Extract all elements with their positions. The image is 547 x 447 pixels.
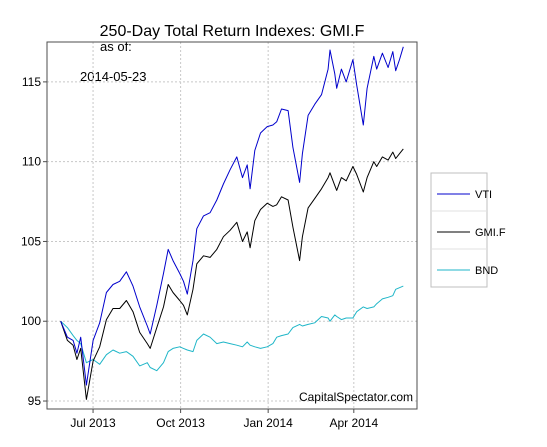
y-tick-label: 95 xyxy=(28,394,42,408)
credit-label: CapitalSpectator.com xyxy=(299,390,413,404)
x-tick-label: Jul 2013 xyxy=(70,416,116,430)
y-tick-label: 110 xyxy=(22,155,41,169)
return-index-chart: 250-Day Total Return Indexes: GMI.F as o… xyxy=(0,0,547,447)
x-tick-label: Oct 2013 xyxy=(156,416,205,430)
legend-label-gmif: GMI.F xyxy=(475,227,506,239)
y-tick-label: 115 xyxy=(22,75,41,89)
chart-title: 250-Day Total Return Indexes: GMI.F xyxy=(100,23,365,40)
x-tick-label: Apr 2014 xyxy=(329,416,378,430)
y-tick-label: 105 xyxy=(21,234,41,248)
x-tick-label: Jan 2014 xyxy=(243,416,293,430)
y-tick-label: 100 xyxy=(21,314,41,328)
legend-label-bnd: BND xyxy=(475,265,498,277)
as-of-label: as of: xyxy=(100,39,132,54)
legend-label-vti: VTI xyxy=(475,189,492,201)
